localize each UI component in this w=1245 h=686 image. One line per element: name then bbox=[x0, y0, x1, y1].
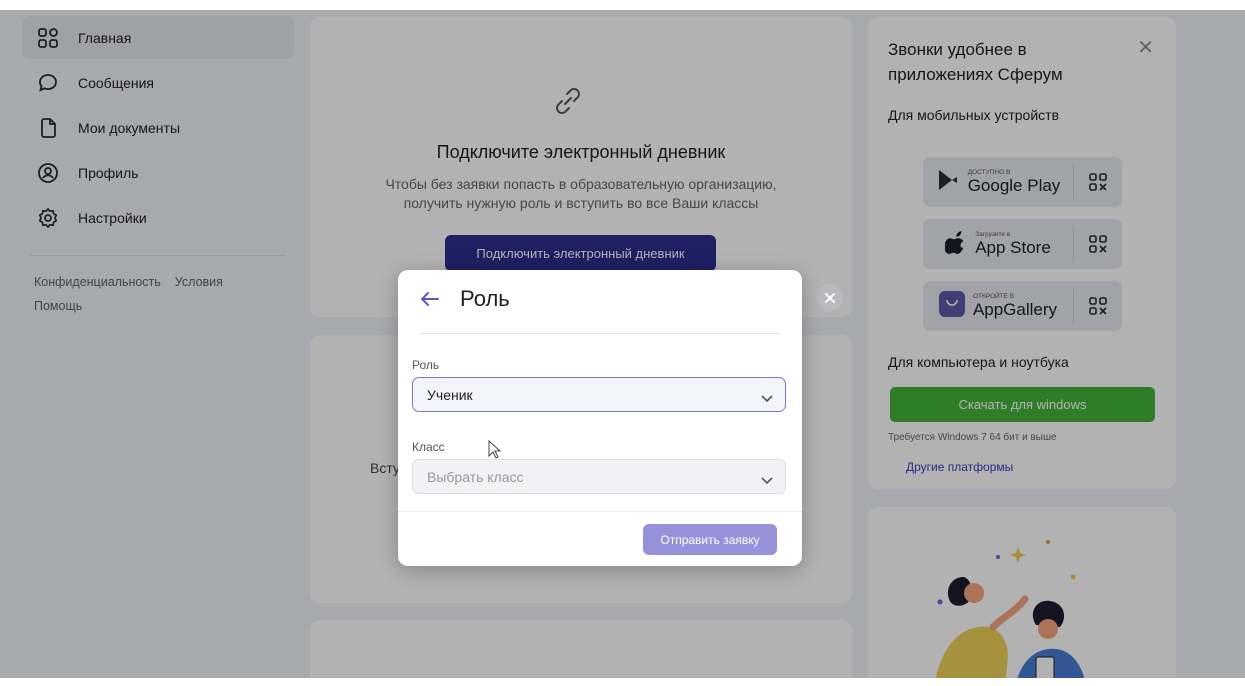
class-label: Класс bbox=[412, 440, 445, 454]
class-placeholder: Выбрать класс bbox=[427, 468, 524, 485]
role-modal: Роль Роль Ученик Класс Выбрать класс Отп… bbox=[398, 270, 802, 566]
modal-footer-divider bbox=[398, 511, 802, 512]
class-select[interactable]: Выбрать класс bbox=[412, 459, 786, 494]
close-icon[interactable] bbox=[816, 284, 843, 311]
app: Главная Сообщения Мои документы Профиль … bbox=[0, 10, 1245, 678]
back-arrow-icon[interactable] bbox=[420, 288, 442, 310]
chevron-down-icon bbox=[761, 390, 773, 406]
role-select[interactable]: Ученик bbox=[412, 377, 786, 412]
modal-title: Роль bbox=[460, 286, 510, 311]
submit-request-button[interactable]: Отправить заявку bbox=[643, 524, 777, 555]
modal-divider bbox=[420, 333, 780, 334]
modal-header: Роль bbox=[420, 286, 510, 312]
top-strip bbox=[0, 0, 1245, 10]
chevron-down-icon bbox=[761, 472, 773, 488]
bottom-strip bbox=[0, 678, 1245, 686]
role-label: Роль bbox=[412, 358, 440, 372]
mouse-cursor-icon bbox=[488, 439, 502, 465]
role-value: Ученик bbox=[427, 386, 473, 403]
